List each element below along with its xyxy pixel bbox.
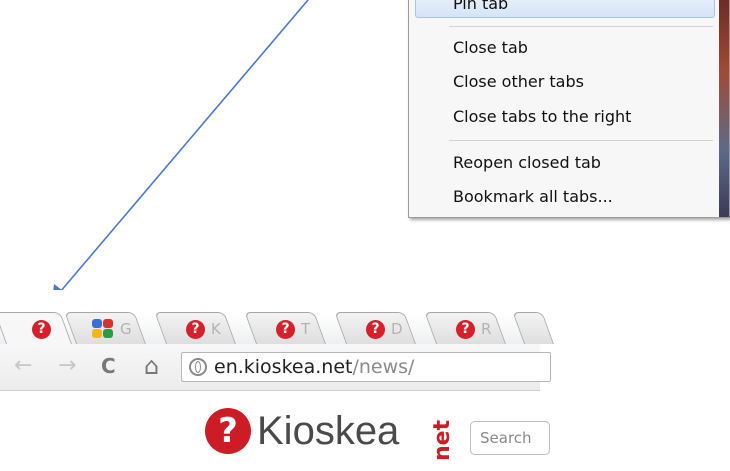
logo-text: Kioskea [257, 408, 400, 453]
browser-window: ? G ? K ? T ? D ? R ← → C ⌂ en.kioskea.n… [0, 290, 554, 471]
kioskea-icon: ? [456, 319, 475, 339]
menu-separator [449, 140, 713, 141]
back-arrow-icon[interactable]: ← [14, 354, 32, 378]
kioskea-icon: ? [32, 319, 51, 339]
menu-item-pin-tab[interactable]: Pin tab [453, 0, 508, 18]
url-text: en.kioskea.net/news/ [214, 356, 414, 378]
menu-separator [449, 26, 713, 27]
background-edge [719, 0, 729, 217]
tab-title: G [120, 320, 132, 338]
tab-title: K [211, 320, 221, 338]
browser-toolbar: ← → C ⌂ en.kioskea.net/news/ [0, 344, 551, 391]
search-input[interactable]: Search [470, 421, 550, 455]
menu-item-close-tabs-right[interactable]: Close tabs to the right [453, 103, 631, 131]
menu-item-reopen-closed-tab[interactable]: Reopen closed tab [453, 149, 601, 177]
kioskea-icon: ? [186, 319, 205, 339]
page-content: ? Kioskea net Search [0, 391, 550, 471]
tab-strip: ? G ? K ? T ? D ? R [0, 290, 554, 352]
url-host: en.kioskea.net [214, 356, 353, 378]
kioskea-icon: ? [276, 319, 295, 339]
tab-title: D [391, 320, 403, 338]
forward-arrow-icon[interactable]: → [58, 354, 76, 378]
tab-context-menu: Pin tab Close tab Close other tabs Close… [408, 0, 730, 218]
url-path: /news/ [352, 356, 415, 378]
address-bar[interactable]: en.kioskea.net/news/ [181, 352, 551, 382]
new-tab-button[interactable] [512, 312, 554, 344]
kioskea-logo-icon: ? [205, 408, 251, 454]
menu-item-close-tab[interactable]: Close tab [453, 34, 528, 62]
menu-item-close-other-tabs[interactable]: Close other tabs [453, 68, 584, 96]
kioskea-logo[interactable]: ? Kioskea net [205, 401, 455, 461]
home-icon[interactable]: ⌂ [144, 354, 159, 378]
tab-title: T [301, 320, 311, 338]
tab-title: R [481, 320, 492, 338]
reload-icon[interactable]: C [101, 354, 116, 378]
menu-item-bookmark-all-tabs[interactable]: Bookmark all tabs... [453, 183, 613, 211]
kioskea-icon: ? [366, 319, 385, 339]
google-icon [92, 319, 114, 339]
globe-icon [189, 358, 207, 376]
logo-net-text: net [430, 419, 455, 461]
